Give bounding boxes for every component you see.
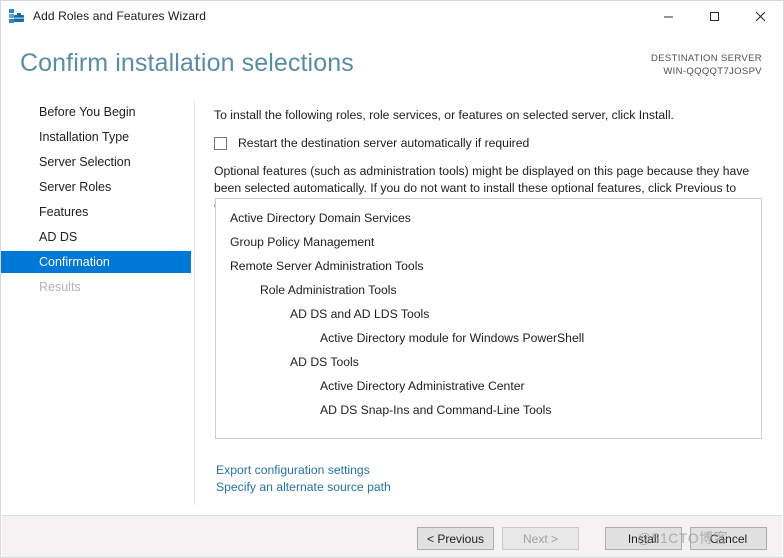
sidebar-item-before-you-begin[interactable]: Before You Begin — [1, 101, 193, 123]
destination-server-block: DESTINATION SERVER WIN-QQQQT7JOSPV — [651, 53, 762, 78]
sidebar-divider — [194, 101, 195, 505]
restart-checkbox-label: Restart the destination server automatic… — [238, 136, 530, 150]
list-item: Remote Server Administration Tools — [230, 259, 424, 273]
list-item: Active Directory Domain Services — [230, 211, 411, 225]
close-icon[interactable] — [737, 1, 783, 31]
sidebar-item-server-roles[interactable]: Server Roles — [1, 176, 193, 198]
sidebar-item-installation-type[interactable]: Installation Type — [1, 126, 193, 148]
list-item: AD DS Tools — [290, 355, 359, 369]
footer-bar: < Previous Next > Install Cancel — [2, 515, 782, 557]
window-controls — [645, 1, 783, 31]
list-item: AD DS and AD LDS Tools — [290, 307, 430, 321]
list-item: Active Directory module for Windows Powe… — [320, 331, 585, 345]
install-instruction: To install the following roles, role ser… — [214, 108, 674, 122]
destination-server-name: WIN-QQQQT7JOSPV — [663, 65, 762, 77]
restart-checkbox[interactable] — [214, 137, 227, 150]
restart-checkbox-row[interactable]: Restart the destination server automatic… — [214, 136, 763, 151]
previous-button[interactable]: < Previous — [417, 527, 494, 550]
wizard-window: Add Roles and Features Wizard Confirm in… — [0, 0, 784, 558]
sidebar-item-features[interactable]: Features — [1, 201, 193, 223]
list-item: Role Administration Tools — [260, 283, 397, 297]
install-button[interactable]: Install — [605, 527, 682, 550]
export-configuration-link[interactable]: Export configuration settings — [216, 462, 391, 479]
list-item: AD DS Snap-Ins and Command-Line Tools — [320, 403, 552, 417]
wizard-steps-sidebar: Before You Begin Installation Type Server … — [1, 101, 193, 501]
sidebar-item-results: Results — [39, 280, 81, 294]
destination-server-label: DESTINATION SERVER — [651, 53, 762, 64]
minimize-icon[interactable] — [645, 1, 691, 31]
alternate-source-path-link[interactable]: Specify an alternate source path — [216, 479, 391, 496]
page-header: Confirm installation selections DESTINAT… — [1, 31, 783, 93]
server-wizard-icon — [8, 8, 25, 25]
page-title: Confirm installation selections — [20, 49, 354, 77]
list-item: Active Directory Administrative Center — [320, 379, 525, 393]
window-title: Add Roles and Features Wizard — [33, 9, 206, 23]
sidebar-item-ad-ds[interactable]: AD DS — [1, 226, 193, 248]
sidebar-item-confirmation[interactable]: Confirmation — [1, 251, 191, 273]
maximize-icon[interactable] — [691, 1, 737, 31]
cancel-button[interactable]: Cancel — [690, 527, 767, 550]
list-item: Group Policy Management — [230, 235, 375, 249]
sidebar-item-server-selection[interactable]: Server Selection — [1, 151, 193, 173]
action-links: Export configuration settings Specify an … — [216, 462, 391, 496]
selected-features-list[interactable]: Active Directory Domain Services Group Po… — [215, 198, 762, 439]
title-bar: Add Roles and Features Wizard — [1, 1, 783, 31]
next-button: Next > — [502, 527, 579, 550]
